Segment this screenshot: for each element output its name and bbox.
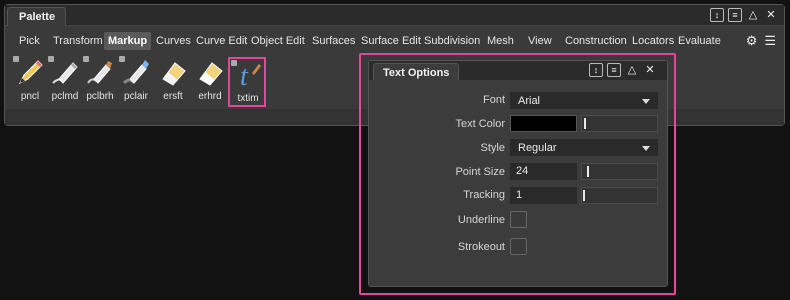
tab-mesh[interactable]: Mesh: [487, 32, 514, 50]
resize-icon[interactable]: ↕: [589, 63, 603, 77]
tab-markup[interactable]: Markup: [104, 32, 152, 50]
chevron-down-icon: [642, 99, 650, 104]
font-value: Arial: [518, 95, 541, 107]
text-options-window: Text Options ↕ ≡ △ ✕ Font Arial Text Col…: [368, 60, 668, 287]
palette-window-controls: ↕ ≡ △ ✕: [710, 8, 778, 22]
resize-icon[interactable]: ↕: [710, 8, 724, 22]
shelf-menu-icon[interactable]: ☰: [764, 33, 776, 49]
svg-text:t: t: [240, 61, 249, 89]
tool-ersft[interactable]: ersft: [155, 55, 191, 107]
hard-eraser-icon: [199, 62, 223, 86]
soft-eraser-icon: [162, 62, 186, 86]
close-icon[interactable]: ✕: [643, 63, 657, 77]
tab-transform[interactable]: Transform: [53, 32, 103, 50]
tab-pick[interactable]: Pick: [19, 32, 40, 50]
chevron-down-icon: [642, 146, 650, 151]
tracking-slider[interactable]: [581, 187, 658, 204]
point-size-slider[interactable]: [581, 163, 658, 180]
tab-curve-edit[interactable]: Curve Edit: [196, 32, 247, 50]
tool-pclbrh[interactable]: pclbrh: [82, 55, 118, 107]
tab-surface-edit[interactable]: Surface Edit: [361, 32, 421, 50]
tab-view[interactable]: View: [528, 32, 552, 50]
slider-thumb[interactable]: [584, 118, 586, 129]
pencil-icon: [18, 60, 43, 85]
marker-pencil-icon: [52, 62, 78, 84]
tab-curves[interactable]: Curves: [156, 32, 191, 50]
tab-construction[interactable]: Construction: [565, 32, 627, 50]
airbrush-pencil-icon: [122, 60, 149, 85]
text-options-title-bar: Text Options ↕ ≡ △ ✕: [369, 61, 667, 80]
underline-label: Underline: [457, 214, 505, 226]
style-value: Regular: [518, 142, 557, 154]
maximize-icon[interactable]: △: [746, 8, 760, 22]
text-options-window-controls: ↕ ≡ △ ✕: [589, 63, 657, 77]
tool-erhrd[interactable]: erhrd: [192, 55, 228, 107]
text-color-swatch[interactable]: [510, 115, 577, 132]
shelf-tabs: Pick Transform Markup Curves Curve Edit …: [5, 32, 784, 50]
brush-pencil-icon: [87, 61, 112, 84]
tool-pclair[interactable]: pclair: [118, 55, 154, 107]
shelf-options: ⚙ ☰: [746, 33, 776, 49]
palette-title-tab[interactable]: Palette: [7, 7, 66, 26]
maximize-icon[interactable]: △: [625, 63, 639, 77]
slider-thumb[interactable]: [583, 190, 585, 201]
tab-subdivision[interactable]: Subdivision: [424, 32, 480, 50]
tab-object-edit[interactable]: Object Edit: [251, 32, 305, 50]
style-dropdown[interactable]: Regular: [510, 139, 658, 156]
tab-locators[interactable]: Locators: [632, 32, 674, 50]
tool-label: txtim: [237, 93, 259, 104]
slider-thumb[interactable]: [587, 166, 589, 177]
strokeout-checkbox[interactable]: [510, 238, 527, 255]
point-size-label: Point Size: [455, 166, 505, 178]
text-tool-icon: t: [240, 61, 261, 89]
strokeout-label: Strokeout: [457, 241, 505, 253]
text-color-label: Text Color: [455, 118, 505, 130]
tab-evaluate[interactable]: Evaluate: [678, 32, 721, 50]
text-color-slider[interactable]: [581, 115, 658, 132]
close-icon[interactable]: ✕: [764, 8, 778, 22]
menu-icon[interactable]: ≡: [607, 63, 621, 77]
font-label: Font: [482, 94, 505, 106]
tracking-field[interactable]: 1: [510, 187, 577, 204]
menu-icon[interactable]: ≡: [728, 8, 742, 22]
underline-checkbox[interactable]: [510, 211, 527, 228]
text-options-title[interactable]: Text Options: [373, 63, 459, 80]
style-label: Style: [480, 142, 505, 154]
point-size-field[interactable]: 24: [510, 163, 577, 180]
tracking-label: Tracking: [463, 189, 505, 201]
tab-surfaces[interactable]: Surfaces: [312, 32, 355, 50]
palette-title-bar: Palette ↕ ≡ △ ✕: [5, 5, 784, 26]
tool-txtim[interactable]: t txtim: [228, 57, 266, 107]
font-dropdown[interactable]: Arial: [510, 92, 658, 109]
settings-gear-icon[interactable]: ⚙: [746, 33, 758, 49]
